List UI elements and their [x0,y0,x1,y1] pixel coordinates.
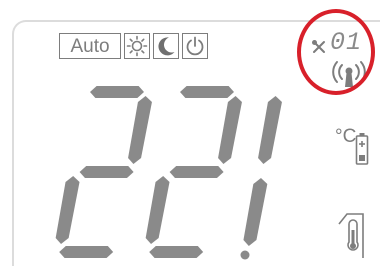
segment-b [128,96,152,164]
temperature-unit: °C [335,126,357,147]
temperature-readout [55,86,282,260]
decimal-point [240,250,250,260]
segment-b [218,96,242,164]
segment-c [243,178,268,246]
battery-icon [355,133,369,165]
segment-g [169,166,224,178]
temperature-digit-2 [145,86,242,258]
segment-a [90,86,144,98]
segment-d [149,246,204,258]
segment-a [180,86,234,98]
segment-d [59,246,114,258]
segment-b [258,96,282,164]
segment-e [145,176,170,244]
segment-g [79,166,134,178]
temperature-digit-3 [243,96,282,246]
segment-e [55,176,80,244]
temperature-digit-1 [55,86,152,258]
thermometer-icon [338,213,364,258]
